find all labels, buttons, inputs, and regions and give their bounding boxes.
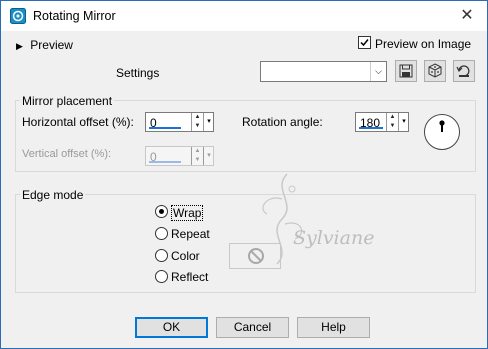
ok-button[interactable]: OK	[135, 317, 208, 338]
horizontal-offset-slider[interactable]	[149, 127, 181, 129]
preview-toggle[interactable]: ▶ Preview	[16, 38, 73, 52]
horizontal-offset-dropdown[interactable]: ▾	[203, 113, 214, 131]
preview-on-image-checkbox[interactable]	[358, 36, 371, 49]
dialog-window: Rotating Mirror ✕ ▶ Preview Preview on I…	[0, 0, 488, 349]
rotation-angle-input[interactable]: 180 ▲ ▼ ▾	[355, 112, 409, 132]
radio-wrap[interactable]	[155, 205, 168, 218]
radio-repeat[interactable]	[155, 227, 168, 240]
mirror-placement-group	[15, 100, 476, 172]
vertical-offset-slider	[149, 161, 181, 163]
horizontal-offset-label: Horizontal offset (%):	[22, 115, 134, 129]
spin-down-icon[interactable]: ▼	[387, 122, 398, 131]
window-title: Rotating Mirror	[33, 9, 116, 23]
dropdown-arrow-icon: ⌵	[370, 62, 386, 81]
edge-mode-label: Edge mode	[20, 188, 86, 202]
checkmark-icon	[360, 39, 369, 47]
rotation-angle-slider[interactable]	[359, 127, 383, 129]
rotation-dial[interactable]	[423, 113, 461, 151]
edge-option-reflect-label: Reflect	[171, 270, 209, 284]
vertical-offset-dropdown: ▾	[203, 147, 214, 165]
rotation-angle-dropdown[interactable]: ▾	[398, 113, 409, 131]
title-bar: Rotating Mirror ✕	[1, 1, 487, 31]
radio-reflect[interactable]	[155, 270, 168, 283]
reset-icon	[456, 65, 470, 77]
spin-up-icon[interactable]: ▲	[192, 113, 203, 122]
reset-button[interactable]	[453, 60, 475, 82]
close-button[interactable]: ✕	[447, 1, 487, 31]
floppy-disk-icon	[399, 64, 413, 78]
randomize-button[interactable]	[424, 60, 446, 82]
preview-label: Preview	[30, 38, 73, 52]
mirror-placement-label: Mirror placement	[20, 94, 115, 108]
vertical-offset-input: 0 ▲ ▼ ▾	[145, 146, 214, 166]
cancel-button[interactable]: Cancel	[216, 317, 289, 338]
close-icon: ✕	[460, 7, 474, 24]
watermark-text: Sylviane	[293, 227, 375, 249]
vertical-offset-spinner: ▲ ▼	[191, 147, 203, 165]
spin-up-icon[interactable]: ▲	[387, 113, 398, 122]
edge-option-repeat-label: Repeat	[171, 227, 210, 241]
radio-color[interactable]	[155, 249, 168, 262]
rotation-angle-label: Rotation angle:	[242, 115, 323, 129]
horizontal-offset-spinner[interactable]: ▲ ▼	[191, 113, 203, 131]
spin-down-icon[interactable]: ▼	[192, 122, 203, 131]
watermark-ornament	[262, 173, 303, 265]
app-icon	[10, 8, 26, 24]
edge-option-color-label: Color	[171, 249, 200, 263]
settings-dropdown[interactable]: ⌵	[260, 61, 387, 82]
spin-down-icon: ▼	[194, 157, 201, 163]
vertical-offset-label: Vertical offset (%):	[22, 148, 112, 160]
save-preset-button[interactable]	[395, 60, 417, 82]
settings-label: Settings	[116, 66, 160, 80]
horizontal-offset-input[interactable]: 0 ▲ ▼ ▾	[145, 112, 214, 132]
rotation-angle-spinner[interactable]: ▲ ▼	[386, 113, 398, 131]
spin-up-icon: ▲	[194, 148, 201, 154]
expand-arrow-icon: ▶	[16, 41, 23, 51]
dice-icon	[428, 63, 442, 78]
help-button[interactable]: Help	[297, 317, 370, 338]
preview-on-image-label: Preview on Image	[375, 37, 472, 51]
edge-option-wrap-label: Wrap	[171, 205, 204, 221]
